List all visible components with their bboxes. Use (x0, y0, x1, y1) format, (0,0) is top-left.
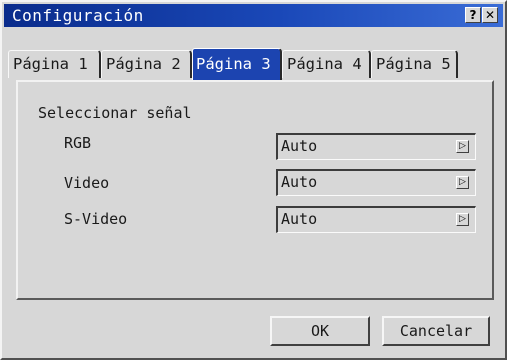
window-title: Configuración (12, 6, 144, 25)
tab-page-3[interactable]: Página 3 (192, 48, 282, 80)
tab-page-5[interactable]: Página 5 (371, 50, 458, 78)
cancel-button-label: Cancelar (399, 322, 473, 340)
tab-label: Página 3 (196, 55, 271, 73)
dropdown-arrow-icon[interactable]: ▷ (456, 213, 469, 226)
s-video-select-value: Auto (281, 210, 318, 228)
tab-label: Página 1 (13, 55, 88, 73)
close-icon: ✕ (484, 8, 496, 22)
close-button[interactable]: ✕ (482, 7, 498, 23)
configuration-dialog: Configuración ? ✕ Página 1 Página 2 Pági… (0, 0, 507, 360)
dropdown-arrow-icon[interactable]: ▷ (456, 140, 469, 153)
s-video-select[interactable]: Auto ▷ (276, 206, 476, 233)
tab-strip: Página 1 Página 2 Página 3 Página 4 Pági… (8, 48, 478, 80)
video-select[interactable]: Auto ▷ (276, 169, 476, 196)
s-video-label: S-Video (64, 210, 128, 228)
section-label-select-signal: Seleccionar señal (38, 104, 192, 122)
cancel-button[interactable]: Cancelar (382, 316, 490, 346)
video-select-value: Auto (281, 173, 318, 191)
ok-button-label: OK (310, 322, 330, 340)
rgb-select-value: Auto (281, 137, 318, 155)
ok-button[interactable]: OK (270, 316, 370, 346)
rgb-label: RGB (64, 134, 92, 152)
dropdown-arrow-icon[interactable]: ▷ (456, 176, 469, 189)
tab-label: Página 4 (287, 55, 362, 73)
tab-page-2[interactable]: Página 2 (101, 50, 192, 78)
settings-panel: Seleccionar señal RGB Auto ▷ Video Auto … (16, 80, 494, 300)
tab-page-4[interactable]: Página 4 (282, 50, 371, 78)
rgb-select[interactable]: Auto ▷ (276, 133, 476, 160)
help-button[interactable]: ? (465, 7, 481, 23)
tab-page-1[interactable]: Página 1 (8, 50, 101, 78)
tab-label: Página 5 (376, 55, 451, 73)
tab-label: Página 2 (106, 55, 181, 73)
title-bar[interactable]: Configuración ? ✕ (4, 4, 503, 27)
video-label: Video (64, 174, 110, 192)
help-icon: ? (469, 8, 477, 22)
